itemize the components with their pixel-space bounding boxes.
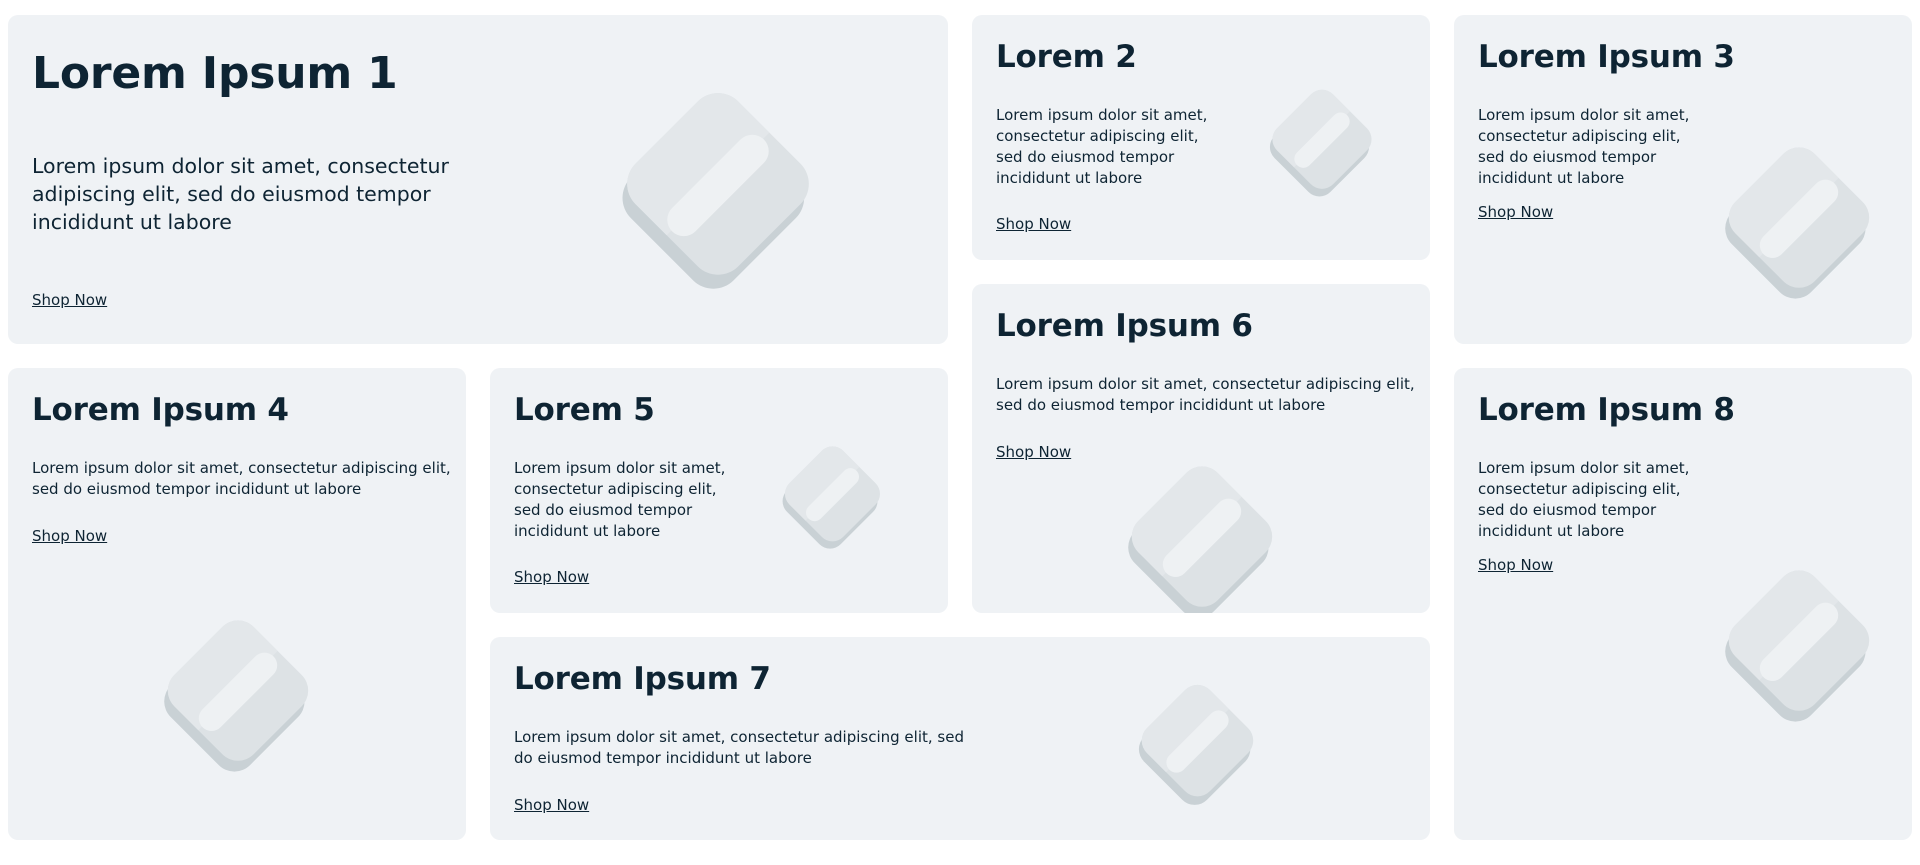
shop-now-link[interactable]: Shop Now — [996, 215, 1071, 233]
card-description: Lorem ipsum dolor sit amet, consectetur … — [514, 459, 726, 540]
card-title: Lorem Ipsum 6 — [996, 308, 1253, 344]
shop-now-link[interactable]: Shop Now — [514, 796, 589, 814]
card-title: Lorem Ipsum 1 — [32, 48, 398, 99]
product-card-grid: Lorem Ipsum 1 Lorem ipsum dolor sit amet… — [0, 0, 1920, 865]
product-placeholder-icon — [608, 77, 828, 297]
card-title: Lorem Ipsum 3 — [1478, 39, 1735, 75]
shop-now-link[interactable]: Shop Now — [1478, 203, 1553, 221]
product-placeholder-icon — [775, 438, 890, 553]
card-description: Lorem ipsum dolor sit amet, consectetur … — [32, 154, 449, 234]
product-placeholder-icon — [1130, 675, 1265, 810]
card-title: Lorem Ipsum 4 — [32, 392, 289, 428]
card-title: Lorem Ipsum 7 — [514, 661, 771, 697]
card-description: Lorem ipsum dolor sit amet, consectetur … — [514, 728, 964, 767]
promo-card-6: Lorem Ipsum 6 Lorem ipsum dolor sit amet… — [972, 284, 1430, 613]
card-description: Lorem ipsum dolor sit amet, consectetur … — [996, 375, 1415, 414]
promo-card-7: Lorem Ipsum 7 Lorem ipsum dolor sit amet… — [490, 637, 1430, 840]
product-placeholder-icon — [1117, 454, 1287, 613]
shop-now-link[interactable]: Shop Now — [514, 568, 589, 586]
product-placeholder-icon — [1714, 558, 1884, 728]
promo-card-8: Lorem Ipsum 8 Lorem ipsum dolor sit amet… — [1454, 368, 1912, 840]
shop-now-link[interactable]: Shop Now — [996, 443, 1071, 461]
product-placeholder-icon — [1262, 81, 1382, 201]
promo-card-2: Lorem 2 Lorem ipsum dolor sit amet, cons… — [972, 15, 1430, 260]
promo-card-4: Lorem Ipsum 4 Lorem ipsum dolor sit amet… — [8, 368, 466, 840]
shop-now-link[interactable]: Shop Now — [32, 527, 107, 545]
card-title: Lorem 5 — [514, 392, 655, 428]
promo-card-1: Lorem Ipsum 1 Lorem ipsum dolor sit amet… — [8, 15, 948, 344]
card-description: Lorem ipsum dolor sit amet, consectetur … — [996, 106, 1208, 187]
card-title: Lorem 2 — [996, 39, 1137, 75]
shop-now-link[interactable]: Shop Now — [32, 291, 107, 309]
promo-card-5: Lorem 5 Lorem ipsum dolor sit amet, cons… — [490, 368, 948, 613]
product-placeholder-icon — [153, 608, 323, 778]
card-title: Lorem Ipsum 8 — [1478, 392, 1735, 428]
card-description: Lorem ipsum dolor sit amet, consectetur … — [1478, 106, 1690, 187]
card-description: Lorem ipsum dolor sit amet, consectetur … — [32, 459, 451, 498]
card-description: Lorem ipsum dolor sit amet, consectetur … — [1478, 459, 1690, 540]
promo-card-3: Lorem Ipsum 3 Lorem ipsum dolor sit amet… — [1454, 15, 1912, 344]
shop-now-link[interactable]: Shop Now — [1478, 556, 1553, 574]
product-placeholder-icon — [1714, 135, 1884, 305]
